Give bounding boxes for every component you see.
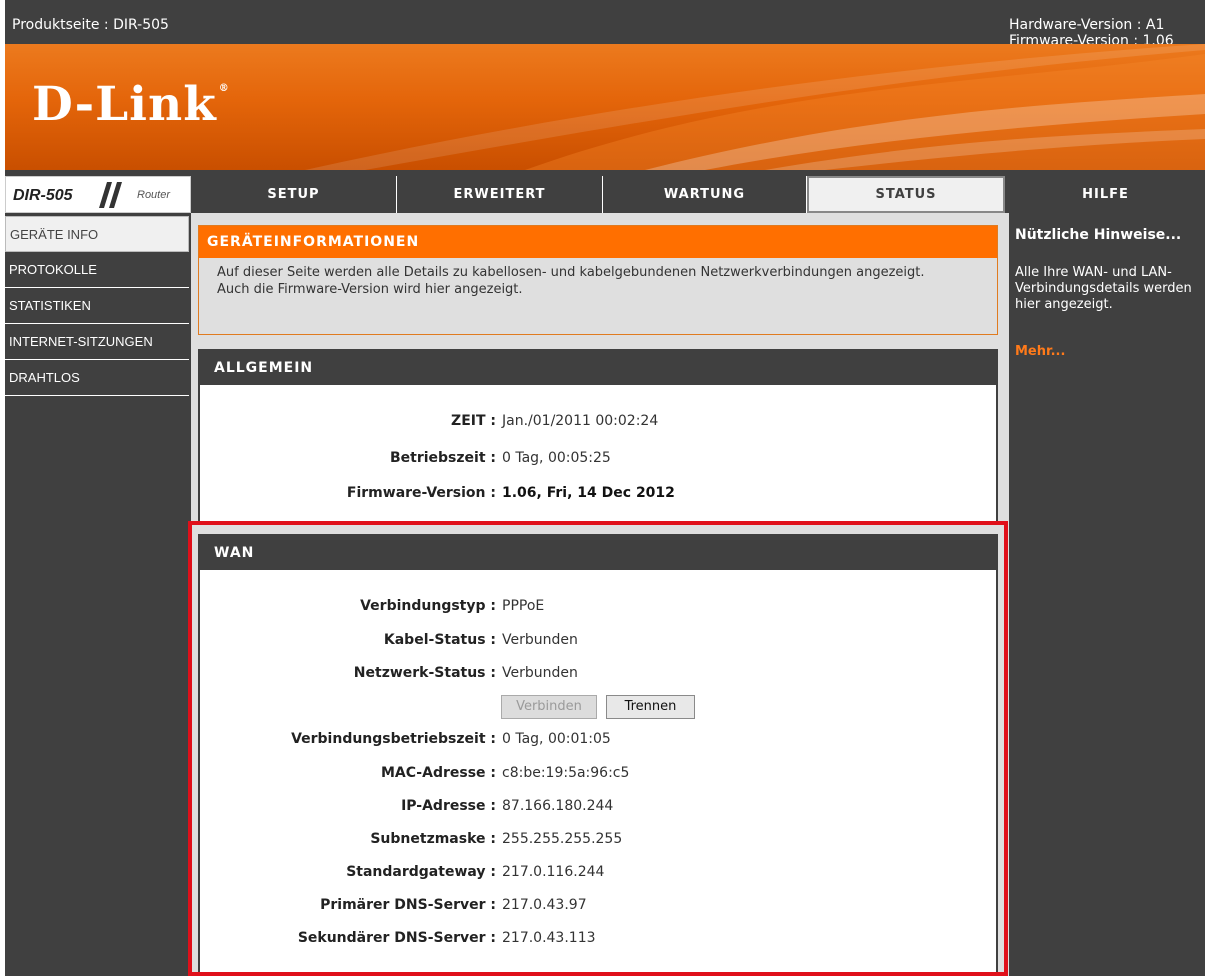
hints-title: Nützliche Hinweise... — [1015, 227, 1182, 243]
general-row-uptime: Betriebszeit : 0 Tag, 00:05:25 — [200, 450, 996, 470]
sidebar-item-drahtlos[interactable]: DRAHTLOS — [5, 360, 189, 396]
general-section: ALLGEMEIN ZEIT : Jan./01/2011 00:02:24 B… — [198, 349, 998, 523]
device-info-description: Auf dieser Seite werden alle Details zu … — [217, 265, 925, 297]
tab-status[interactable]: STATUS — [807, 176, 1005, 213]
hints-more-link[interactable]: Mehr... — [1015, 344, 1065, 359]
time-label: ZEIT : — [451, 413, 496, 429]
main-navigation: DIR-505 Router SETUP ERWEITERT WARTUNG S… — [5, 176, 1205, 213]
tab-wartung[interactable]: WARTUNG — [603, 176, 807, 213]
uptime-label: Betriebszeit : — [389, 450, 496, 466]
time-value: Jan./01/2011 00:02:24 — [502, 413, 659, 429]
model-type: Router — [137, 189, 171, 201]
tab-setup[interactable]: SETUP — [191, 176, 397, 213]
product-page-label: Produktseite : DIR-505 — [12, 17, 169, 33]
sidebar-item-statistiken[interactable]: STATISTIKEN — [5, 288, 189, 324]
logo-registered-mark: ® — [218, 83, 230, 94]
general-section-title: ALLGEMEIN — [200, 351, 996, 385]
hints-text: Alle Ihre WAN- und LAN-Verbindungsdetail… — [1015, 265, 1192, 312]
model-name: DIR-505 — [13, 187, 73, 204]
hardware-version: Hardware-Version : A1 — [1009, 17, 1165, 33]
tab-erweitert[interactable]: ERWEITERT — [397, 176, 603, 213]
uptime-value: 0 Tag, 00:05:25 — [502, 450, 611, 466]
wan-highlight-frame — [188, 521, 1008, 976]
sidebar-item-protokolle[interactable]: PROTOKOLLE — [5, 252, 189, 288]
device-info-box: GERÄTEINFORMATIONEN Auf dieser Seite wer… — [198, 225, 998, 335]
device-info-title: GERÄTEINFORMATIONEN — [199, 226, 997, 258]
top-info-bar: Produktseite : DIR-505 Hardware-Version … — [5, 8, 1205, 49]
logo-text: D-Link — [32, 77, 217, 132]
model-badge: DIR-505 Router — [5, 176, 191, 213]
general-row-firmware: Firmware-Version : 1.06, Fri, 14 Dec 201… — [200, 485, 996, 505]
tab-hilfe[interactable]: HILFE — [1006, 176, 1205, 213]
sidebar-item-geraete-info[interactable]: GERÄTE INFO — [5, 216, 189, 252]
brand-banner: D-Link ® — [5, 44, 1205, 170]
sidebar: GERÄTE INFO PROTOKOLLE STATISTIKEN INTER… — [5, 216, 189, 396]
sidebar-item-internet-sitzungen[interactable]: INTERNET-SITZUNGEN — [5, 324, 189, 360]
firmware-value: 1.06, Fri, 14 Dec 2012 — [502, 485, 675, 501]
dlink-logo: D-Link ® — [32, 77, 230, 132]
firmware-label: Firmware-Version : — [346, 485, 496, 501]
model-slash-icon — [99, 182, 122, 208]
general-row-time: ZEIT : Jan./01/2011 00:02:24 — [200, 413, 996, 433]
